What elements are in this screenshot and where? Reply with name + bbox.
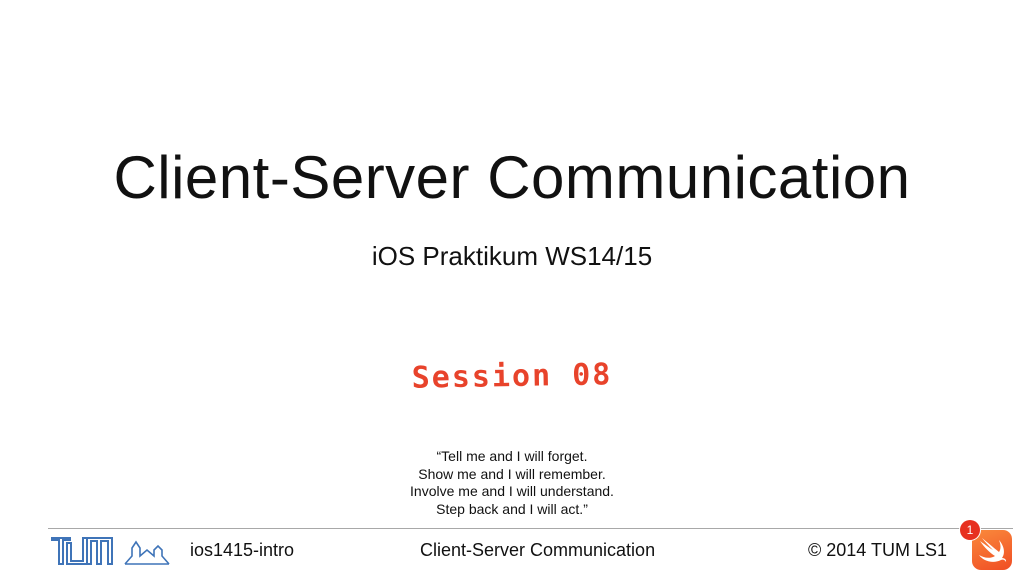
quote-line: Show me and I will remember. [418, 465, 606, 482]
slide-subtitle: iOS Praktikum WS14/15 [371, 241, 653, 271]
footer-deck-name: ios1415-intro [190, 540, 295, 560]
tum-logo-icon [51, 537, 113, 565]
footer-divider [48, 528, 1013, 529]
footer-copyright: © 2014 TUM LS1 [808, 540, 947, 560]
university-tower-icon [124, 540, 170, 565]
footer-title: Client-Server Communication [420, 540, 656, 560]
quote-block: “Tell me and I will forget. Show me and … [0, 448, 1024, 518]
notification-badge: 1 [960, 520, 980, 540]
session-label: Session 08 [411, 357, 613, 396]
slide-title: Client-Server Communication [113, 144, 911, 211]
quote-line: Involve me and I will understand. [410, 483, 614, 499]
quote-line: “Tell me and I will forget. [436, 448, 588, 464]
quote-line: Step back and I will act.” [436, 500, 588, 517]
